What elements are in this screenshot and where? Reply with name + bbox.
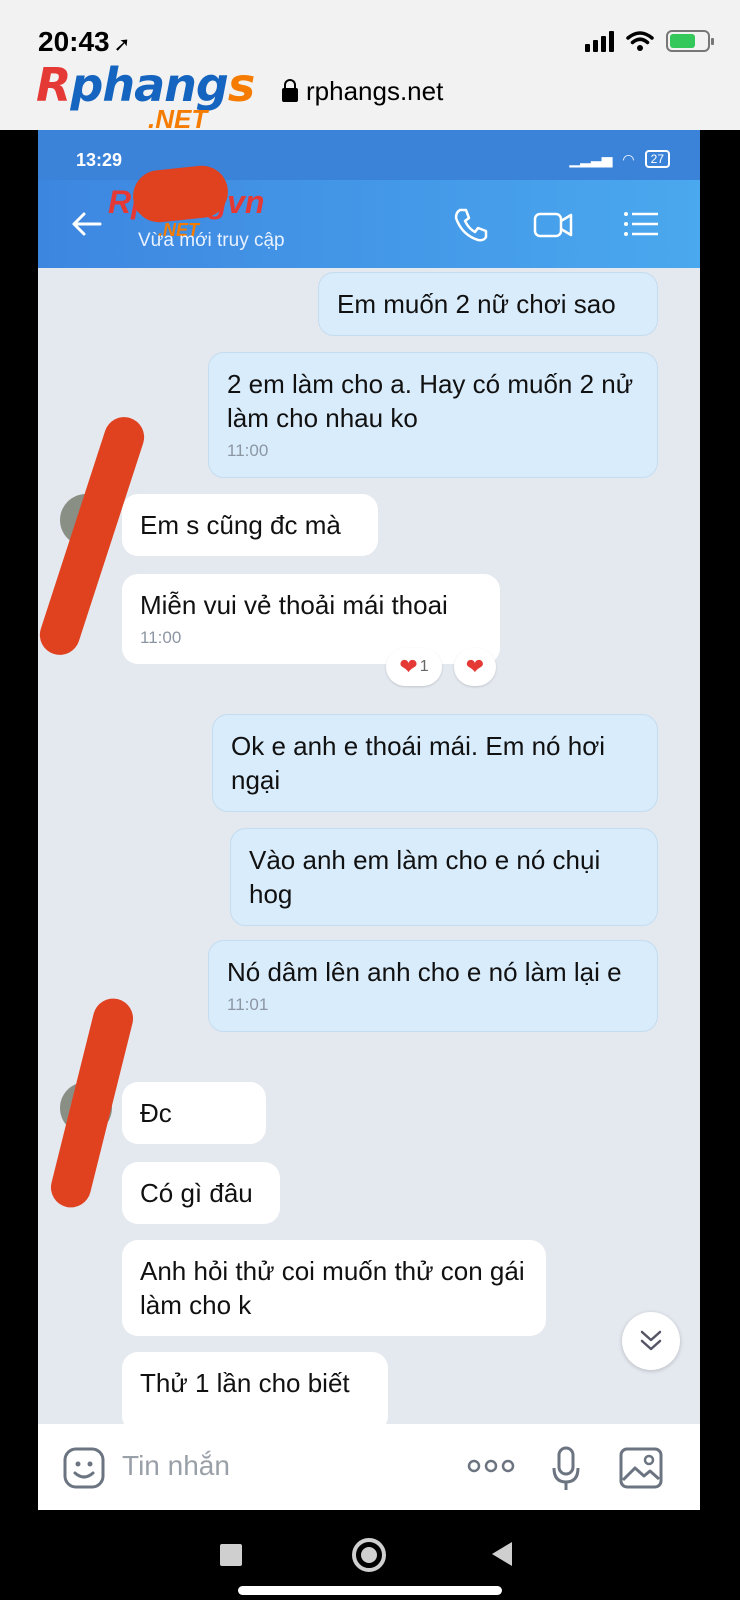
message-bubble[interactable]: Vào anh em làm cho e nó chụi hog: [230, 828, 658, 926]
message-bubble[interactable]: Nó dâm lên anh cho e nó làm lại e 11:01: [208, 940, 658, 1032]
wifi-icon: [626, 31, 654, 51]
wifi-icon: ◠: [622, 150, 635, 167]
phone-icon[interactable]: [450, 204, 492, 244]
chat-header: Rphangvn .NET Vừa mới truy cập: [38, 163, 700, 268]
back-button[interactable]: [492, 1542, 512, 1566]
lock-icon: [282, 78, 298, 102]
url-text: rphangs.net: [306, 76, 444, 106]
address-bar[interactable]: rphangs.net: [282, 76, 443, 107]
message-time: 11:00: [227, 441, 269, 460]
message-bubble[interactable]: Có gì đâu: [122, 1162, 280, 1224]
message-composer: Tin nhắn: [38, 1424, 700, 1510]
watermark-logo: Rphangs: [36, 58, 255, 112]
signal-icon: ▁▂▃▅: [569, 150, 613, 167]
ios-status-icons: [585, 30, 714, 52]
message-input[interactable]: Tin nhắn: [122, 1450, 230, 1482]
home-button[interactable]: [352, 1538, 386, 1572]
contact-status: Vừa mới truy cập: [138, 230, 285, 251]
chat-screenshot: 13:29 ▁▂▃▅ ◠ 27 Rphangvn .NET Vừa mới tr…: [38, 130, 700, 1510]
chevron-double-down-icon: [640, 1330, 662, 1351]
message-bubble[interactable]: 2 em làm cho a. Hay có muốn 2 nử làm cho…: [208, 352, 658, 478]
message-bubble[interactable]: Thử 1 lần cho biết: [122, 1352, 388, 1432]
message-bubble[interactable]: Ok e anh e thoái mái. Em nó hơi ngại: [212, 714, 658, 812]
recent-apps-button[interactable]: [220, 1544, 242, 1566]
home-indicator[interactable]: [238, 1586, 502, 1595]
scroll-down-button[interactable]: [622, 1312, 680, 1370]
heart-icon: ❤: [465, 654, 485, 679]
message-bubble[interactable]: Miễn vui vẻ thoải mái thoai 11:00: [122, 574, 500, 664]
navigation-bar: [0, 1510, 740, 1600]
message-time: 11:01: [227, 995, 269, 1014]
android-time: 13:29: [76, 150, 123, 170]
message-time: 11:00: [140, 628, 182, 647]
reaction-count[interactable]: ❤ 1: [386, 648, 442, 686]
message-bubble[interactable]: Em muốn 2 nữ chơi sao: [318, 272, 658, 336]
ios-status-bar: 20:43 ➚ Rphangs .NET rphangs.net: [0, 0, 740, 134]
message-bubble[interactable]: Em s cũng đc mà: [122, 494, 378, 556]
sticker-icon[interactable]: [62, 1446, 106, 1490]
location-arrow-icon: ➚: [113, 34, 131, 56]
android-status-icons: ▁▂▃▅ ◠ 27: [569, 150, 670, 168]
signal-icon: [585, 30, 614, 52]
menu-list-icon[interactable]: [620, 204, 662, 244]
message-bubble[interactable]: Đc: [122, 1082, 266, 1144]
react-button[interactable]: ❤: [454, 648, 496, 686]
video-icon[interactable]: [532, 204, 574, 244]
microphone-icon[interactable]: [550, 1446, 582, 1492]
back-arrow-icon[interactable]: [68, 206, 104, 242]
battery-icon: 27: [644, 150, 670, 168]
message-bubble[interactable]: Anh hỏi thử coi muốn thử con gái làm cho…: [122, 1240, 546, 1336]
more-icon[interactable]: [466, 1458, 516, 1474]
ios-time: 20:43 ➚: [38, 26, 131, 57]
heart-icon: ❤: [399, 654, 418, 679]
battery-icon: [666, 30, 714, 52]
android-status-bar: 13:29 ▁▂▃▅ ◠ 27: [38, 130, 700, 180]
image-icon[interactable]: [618, 1446, 664, 1490]
